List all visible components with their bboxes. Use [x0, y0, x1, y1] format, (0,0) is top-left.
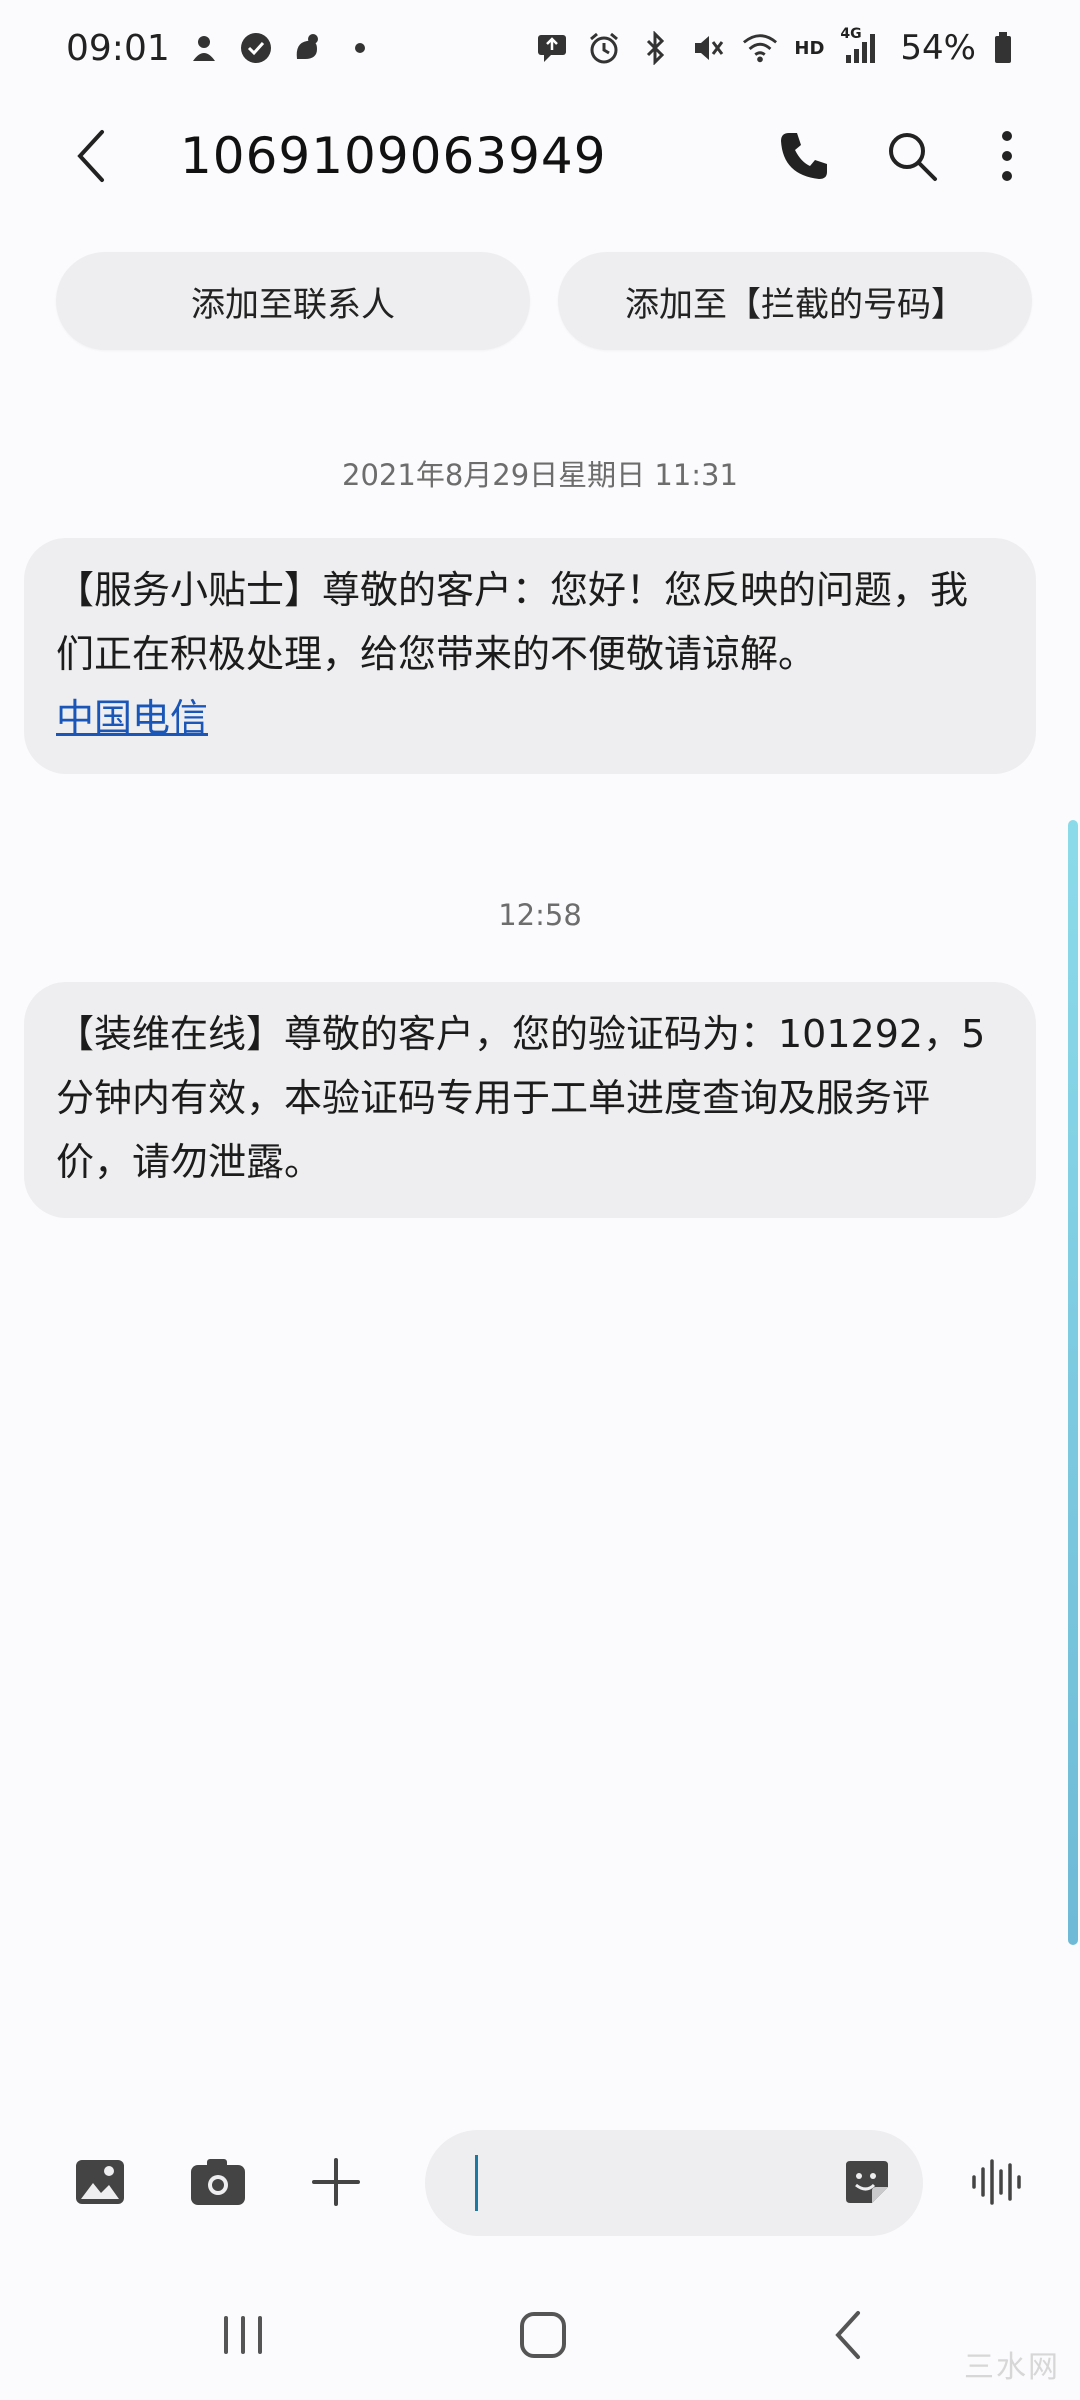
notification-icon: [186, 30, 222, 66]
message-text: 【装维在线】尊敬的客户，您的验证码为：101292，5分钟内有效，本验证码专用于…: [56, 1012, 986, 1184]
message-bubble[interactable]: 【服务小贴士】尊敬的客户：您好！您反映的问题，我们正在积极处理，给您带来的不便敬…: [24, 538, 1036, 774]
status-time: 09:01: [66, 27, 170, 69]
gallery-button[interactable]: [70, 2152, 130, 2212]
message-bubble[interactable]: 【装维在线】尊敬的客户，您的验证码为：101292，5分钟内有效，本验证码专用于…: [24, 982, 1036, 1218]
status-left: 09:01: [66, 28, 378, 69]
search-button[interactable]: [884, 128, 940, 184]
home-button[interactable]: [508, 2300, 578, 2370]
more-vertical-icon: [1002, 131, 1012, 181]
signal-4g-icon: 4G: [840, 26, 880, 66]
header-actions: [776, 128, 1022, 184]
plus-icon: [312, 2158, 360, 2206]
conversation-header: 1069109063949: [0, 96, 1080, 216]
image-icon: [76, 2160, 124, 2204]
dot-icon: [342, 30, 378, 66]
battery-icon: [992, 30, 1014, 66]
sms-icon: [534, 30, 570, 66]
sticker-icon: [846, 2161, 888, 2203]
call-button[interactable]: [776, 128, 832, 184]
add-to-contacts-button[interactable]: 添加至联系人: [56, 252, 530, 350]
voice-wave-icon: [972, 2159, 1021, 2205]
message-input[interactable]: [484, 2161, 828, 2205]
system-nav-bar: [0, 2270, 1080, 2400]
status-right: HD 4G 54%: [534, 26, 1014, 68]
phone-icon: [781, 133, 827, 179]
camera-icon: [191, 2159, 245, 2205]
message-composer: [0, 2130, 1080, 2236]
squirrel-icon: [290, 30, 326, 66]
conversation-title: 1069109063949: [180, 127, 607, 185]
message-link[interactable]: 中国电信: [56, 686, 208, 750]
more-options-button[interactable]: [992, 128, 1022, 184]
text-caret: [475, 2155, 478, 2211]
message-timestamp: 2021年8月29日星期日 11:31: [342, 458, 738, 492]
add-to-blocked-button[interactable]: 添加至【拦截的号码】: [558, 252, 1032, 350]
mute-icon: [690, 30, 726, 66]
message-input-box[interactable]: [425, 2130, 923, 2236]
bluetooth-icon: [638, 30, 674, 66]
camera-button[interactable]: [188, 2152, 248, 2212]
contact-actions: 添加至联系人 添加至【拦截的号码】: [56, 252, 1032, 350]
nav-back-button[interactable]: [812, 2300, 882, 2370]
recent-apps-button[interactable]: [208, 2300, 278, 2370]
back-arrow-icon: [835, 2311, 860, 2359]
hd-label: HD: [794, 37, 825, 59]
sticker-button[interactable]: [839, 2154, 895, 2210]
message-timestamp: 12:58: [498, 898, 582, 932]
alarm-icon: [586, 30, 622, 66]
message-text: 【服务小贴士】尊敬的客户：您好！您反映的问题，我们正在积极处理，给您带来的不便敬…: [56, 568, 969, 676]
battery-percent: 54%: [900, 28, 976, 68]
back-button[interactable]: [60, 126, 120, 186]
wifi-icon: [742, 30, 778, 66]
check-badge-icon: [238, 30, 274, 66]
scrollbar[interactable]: [1068, 820, 1078, 1945]
watermark: 三水网: [964, 2350, 1060, 2385]
attach-more-button[interactable]: [306, 2152, 366, 2212]
status-bar: 09:01 HD 4G 54%: [0, 0, 1080, 96]
recent-apps-icon: [224, 2316, 262, 2354]
home-icon: [520, 2312, 566, 2358]
voice-input-button[interactable]: [966, 2152, 1026, 2212]
search-icon: [889, 133, 937, 181]
chevron-left-icon: [77, 130, 104, 182]
4g-label: 4G: [840, 26, 862, 42]
